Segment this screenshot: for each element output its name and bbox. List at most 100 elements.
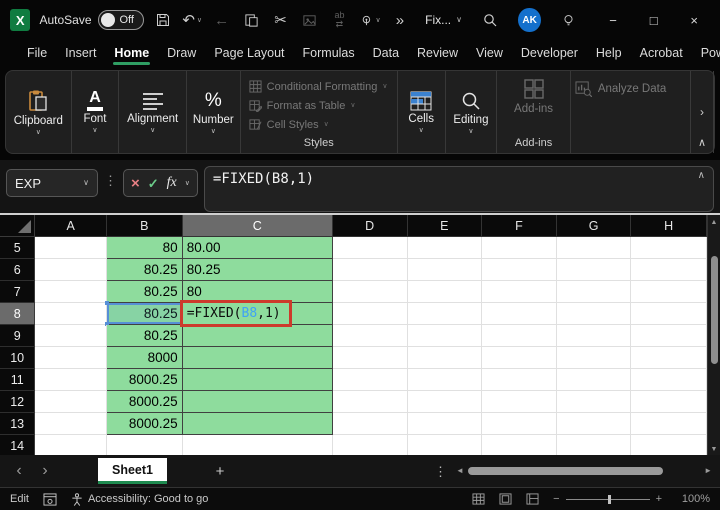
macro-record-button[interactable] <box>43 492 57 506</box>
menu-tab-page-layout[interactable]: Page Layout <box>205 42 293 66</box>
autosave-toggle[interactable]: Off <box>97 10 144 30</box>
excel-logo-icon[interactable]: X <box>10 9 31 31</box>
cell-d10[interactable] <box>332 347 408 369</box>
cell-g5[interactable] <box>556 237 632 259</box>
cell-f12[interactable] <box>482 391 557 413</box>
cell-h6[interactable] <box>631 259 707 281</box>
cell-e12[interactable] <box>407 391 483 413</box>
cell-a8[interactable] <box>35 303 108 325</box>
cell-h11[interactable] <box>631 369 707 391</box>
row-header[interactable]: 6 <box>0 259 36 281</box>
ribbon-group-number[interactable]: % Number ∨ <box>187 71 241 153</box>
cell-e11[interactable] <box>407 369 483 391</box>
cell-d12[interactable] <box>332 391 408 413</box>
horizontal-scrollbar-track[interactable] <box>467 466 700 476</box>
formula-bar-collapse-icon[interactable]: ∧ <box>698 171 705 181</box>
sheet-nav-right-icon[interactable]: › <box>32 463 58 479</box>
cell-a12[interactable] <box>35 391 108 413</box>
cell-a5[interactable] <box>35 237 108 259</box>
column-header-d[interactable]: D <box>332 215 408 237</box>
cell-g10[interactable] <box>556 347 632 369</box>
undo-dropdown-icon[interactable]: ∨ <box>197 17 202 24</box>
touch-mode-dropdown-icon[interactable]: ∨ <box>376 17 381 24</box>
cut-icon[interactable]: ✂ <box>270 8 290 32</box>
ribbon-collapse-button[interactable]: ∧ <box>698 137 706 149</box>
vertical-scrollbar[interactable]: ▲ ▼ <box>707 215 720 457</box>
cell-a6[interactable] <box>35 259 108 281</box>
cell-d8[interactable] <box>332 303 408 325</box>
sheetbar-options-icon[interactable]: ⋮ <box>434 465 447 478</box>
cell-b5[interactable]: 80 <box>107 237 183 259</box>
insert-function-button[interactable]: fx <box>167 175 177 191</box>
ribbon-group-editing[interactable]: Editing ∨ <box>446 71 498 153</box>
cell-f8[interactable] <box>482 303 557 325</box>
scroll-up-icon[interactable]: ▲ <box>711 215 718 230</box>
minimize-button[interactable]: − <box>597 7 629 33</box>
cell-c9[interactable] <box>182 325 333 347</box>
cell-f10[interactable] <box>482 347 557 369</box>
formula-input[interactable]: =FIXED(B8,1) ∧ <box>203 166 714 212</box>
cell-g12[interactable] <box>556 391 632 413</box>
column-header-g[interactable]: G <box>556 215 632 237</box>
scroll-left-icon[interactable]: ◄ <box>456 467 464 475</box>
insert-function-dropdown-icon[interactable]: ∨ <box>185 180 190 187</box>
save-icon[interactable] <box>153 8 173 32</box>
document-title[interactable]: Fix... ∨ <box>425 13 462 27</box>
zoom-slider[interactable] <box>565 494 650 504</box>
cell-b7[interactable]: 80.25 <box>107 281 183 303</box>
menu-tab-formulas[interactable]: Formulas <box>294 42 364 66</box>
row-header[interactable]: 9 <box>0 325 36 347</box>
cell-e9[interactable] <box>407 325 483 347</box>
zoom-slider-thumb[interactable] <box>607 494 611 504</box>
menu-tab-insert[interactable]: Insert <box>56 42 105 66</box>
column-header-e[interactable]: E <box>407 215 483 237</box>
accessibility-status[interactable]: Accessibility: Good to go <box>71 492 208 506</box>
cell-e5[interactable] <box>407 237 483 259</box>
cell-g6[interactable] <box>556 259 632 281</box>
cell-b9[interactable]: 80.25 <box>107 325 183 347</box>
cell-d13[interactable] <box>332 413 408 435</box>
cancel-formula-button[interactable]: × <box>131 176 140 191</box>
cell-g14[interactable] <box>556 435 632 457</box>
cell-c8-editing[interactable]: =FIXED(B8,1) <box>179 300 333 327</box>
cell-b10[interactable]: 8000 <box>107 347 183 369</box>
lightbulb-icon[interactable] <box>559 8 579 32</box>
cell-g11[interactable] <box>556 369 632 391</box>
cell-h14[interactable] <box>631 435 707 457</box>
name-box-dropdown-icon[interactable]: ∨ <box>83 179 89 187</box>
menu-tab-data[interactable]: Data <box>364 42 408 66</box>
zoom-level[interactable]: 100% <box>676 493 710 505</box>
normal-view-button[interactable] <box>472 493 485 505</box>
document-title-dropdown-icon[interactable]: ∨ <box>456 16 462 24</box>
row-header[interactable]: 5 <box>0 237 36 259</box>
row-header[interactable]: 13 <box>0 413 36 435</box>
cell-h5[interactable] <box>631 237 707 259</box>
cell-e13[interactable] <box>407 413 483 435</box>
ribbon-group-clipboard[interactable]: Clipboard ∨ <box>6 71 72 153</box>
cell-h13[interactable] <box>631 413 707 435</box>
cell-f9[interactable] <box>482 325 557 347</box>
toolbar-overflow-icon[interactable]: » <box>390 8 410 32</box>
cell-e7[interactable] <box>407 281 483 303</box>
cell-d14[interactable] <box>332 435 408 457</box>
cell-f7[interactable] <box>482 281 557 303</box>
cell-b13[interactable]: 8000.25 <box>107 413 183 435</box>
menu-tab-home[interactable]: Home <box>105 42 158 66</box>
cell-c12[interactable] <box>182 391 333 413</box>
ribbon-group-alignment[interactable]: Alignment ∨ <box>119 71 187 153</box>
autosave-control[interactable]: AutoSave Off <box>39 10 144 30</box>
cell-c11[interactable] <box>182 369 333 391</box>
cell-g8[interactable] <box>556 303 632 325</box>
cell-b12[interactable]: 8000.25 <box>107 391 183 413</box>
cell-h9[interactable] <box>631 325 707 347</box>
name-box[interactable]: EXP ∨ <box>6 169 98 197</box>
cell-f6[interactable] <box>482 259 557 281</box>
cell-e10[interactable] <box>407 347 483 369</box>
menu-tab-draw[interactable]: Draw <box>158 42 205 66</box>
cell-a10[interactable] <box>35 347 108 369</box>
cell-h7[interactable] <box>631 281 707 303</box>
copy-icon[interactable] <box>241 8 261 32</box>
cell-b6[interactable]: 80.25 <box>107 259 183 281</box>
cell-h10[interactable] <box>631 347 707 369</box>
cell-b8-referenced[interactable]: 80.25 <box>105 301 184 326</box>
